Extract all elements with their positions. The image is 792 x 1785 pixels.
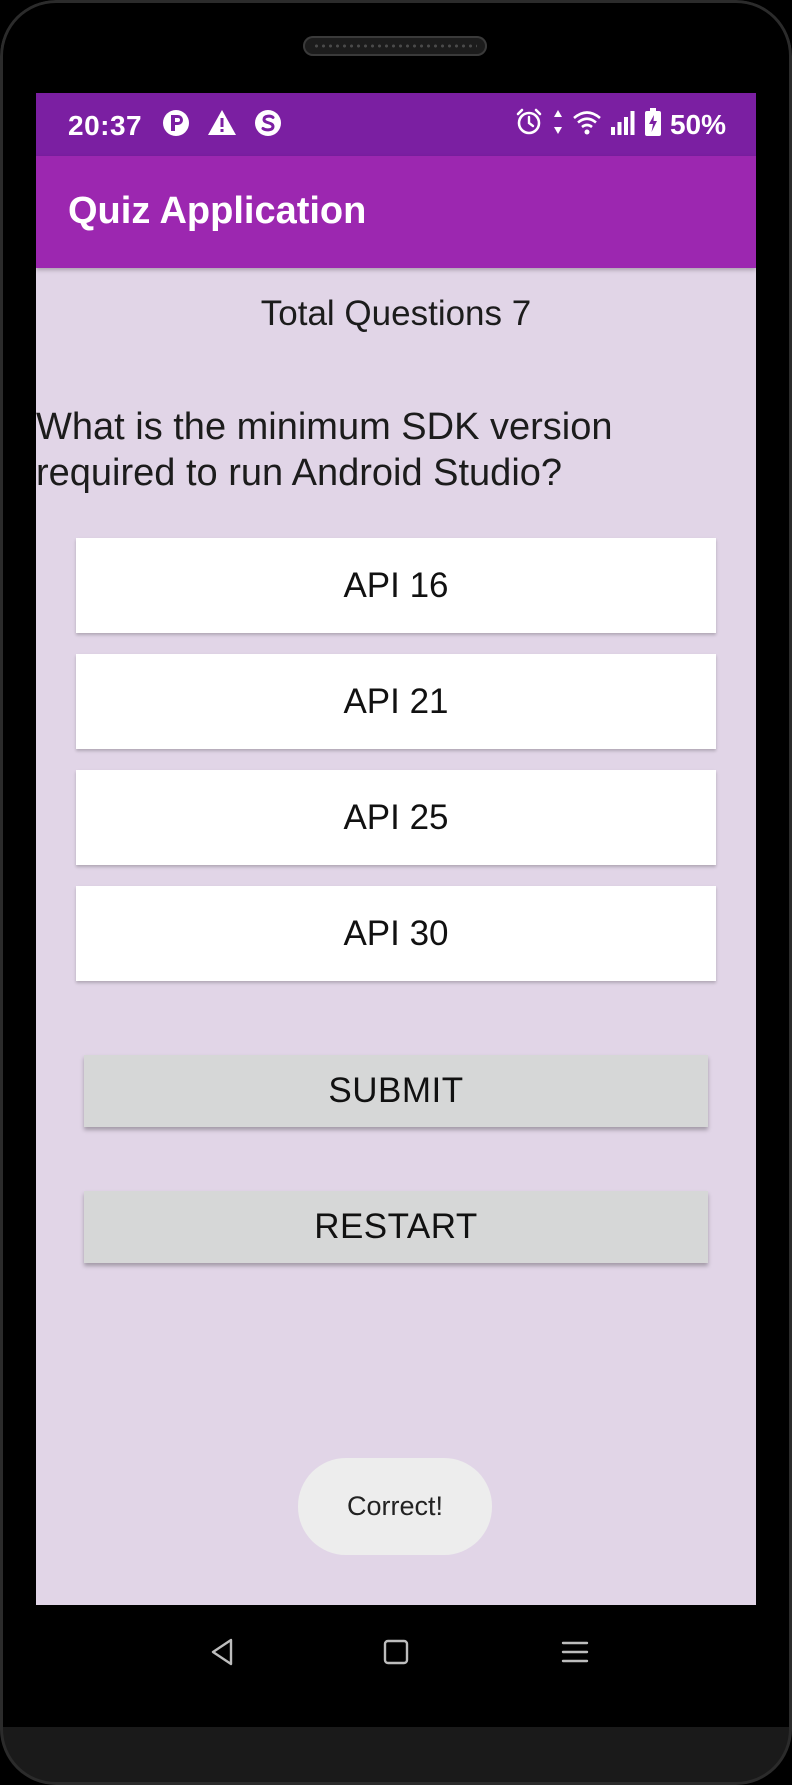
recents-icon[interactable] bbox=[550, 1627, 600, 1677]
home-icon[interactable] bbox=[371, 1627, 421, 1677]
restart-button[interactable]: RESTART bbox=[84, 1191, 708, 1263]
option-button-2[interactable]: API 21 bbox=[76, 654, 716, 749]
status-system-icons: 50% bbox=[514, 107, 726, 142]
wifi-icon bbox=[572, 107, 602, 142]
notification-p-icon bbox=[160, 107, 192, 144]
status-time: 20:37 bbox=[68, 110, 143, 141]
device-bottom-bezel bbox=[0, 1727, 792, 1785]
signal-icon bbox=[610, 107, 636, 142]
screen: 20:37 50% Quiz Application Total Questio… bbox=[36, 93, 756, 1605]
phone-frame: 20:37 50% Quiz Application Total Questio… bbox=[0, 0, 792, 1785]
battery-charging-icon bbox=[644, 107, 662, 142]
option-button-1[interactable]: API 16 bbox=[76, 538, 716, 633]
option-button-3[interactable]: API 25 bbox=[76, 770, 716, 865]
question-text: What is the minimum SDK version required… bbox=[36, 406, 613, 494]
warning-icon bbox=[206, 107, 238, 144]
app-title: Quiz Application bbox=[68, 190, 367, 232]
status-notification-icons bbox=[160, 107, 284, 144]
alarm-icon bbox=[514, 107, 544, 142]
status-bar: 20:37 50% bbox=[36, 93, 756, 156]
back-icon[interactable] bbox=[198, 1627, 248, 1677]
app-bar: Quiz Application bbox=[36, 156, 756, 268]
s-app-icon bbox=[252, 107, 284, 144]
total-questions-label: Total Questions 7 bbox=[260, 294, 532, 333]
navigation-bar bbox=[36, 1605, 756, 1699]
toast-message: Correct! bbox=[298, 1458, 492, 1555]
data-arrows-icon bbox=[552, 107, 564, 142]
submit-button[interactable]: SUBMIT bbox=[84, 1055, 708, 1127]
battery-percent: 50% bbox=[669, 108, 726, 140]
option-button-4[interactable]: API 30 bbox=[76, 886, 716, 981]
speaker-grill bbox=[303, 36, 487, 56]
